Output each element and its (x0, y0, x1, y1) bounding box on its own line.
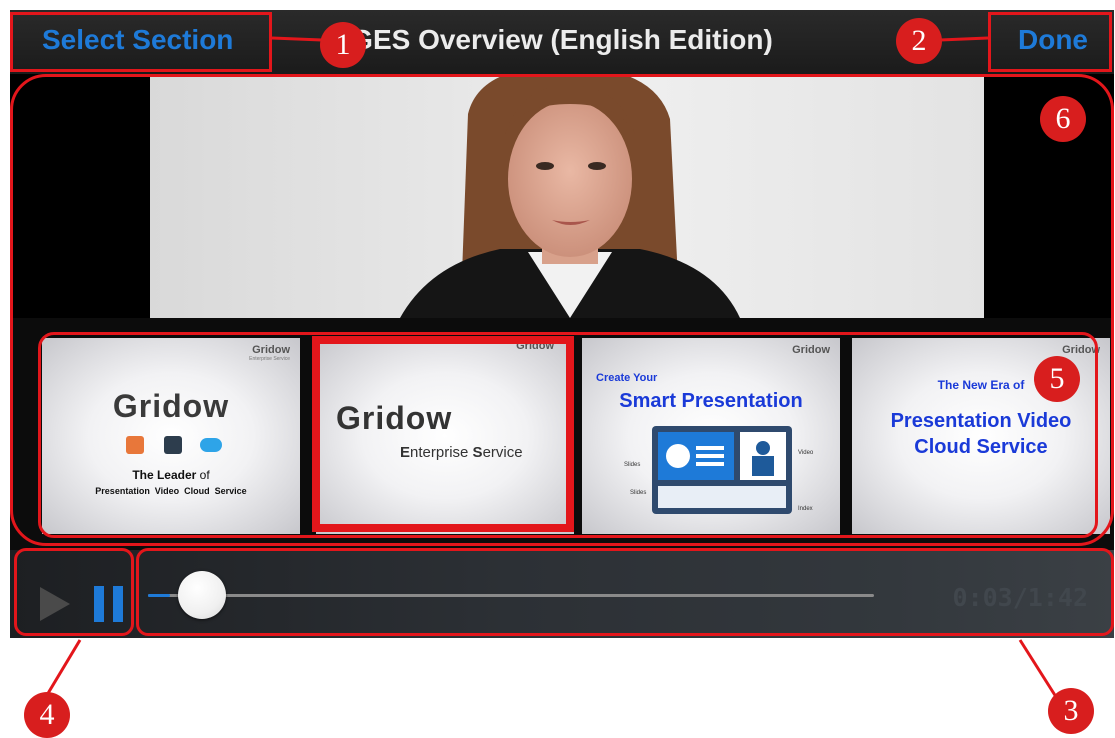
annotation-marker-6: 6 (1040, 96, 1086, 142)
annotation-marker-3: 3 (1048, 688, 1094, 734)
screenshot-canvas: GES Overview (English Edition) Select Se… (0, 0, 1115, 738)
annotation-marker-4: 4 (24, 692, 70, 738)
annotation-marker-1: 1 (320, 22, 366, 68)
annotation-marker-2: 2 (896, 18, 942, 64)
annotation-marker-5: 5 (1034, 356, 1080, 402)
annotation-pointer-lines (42, 36, 1060, 701)
